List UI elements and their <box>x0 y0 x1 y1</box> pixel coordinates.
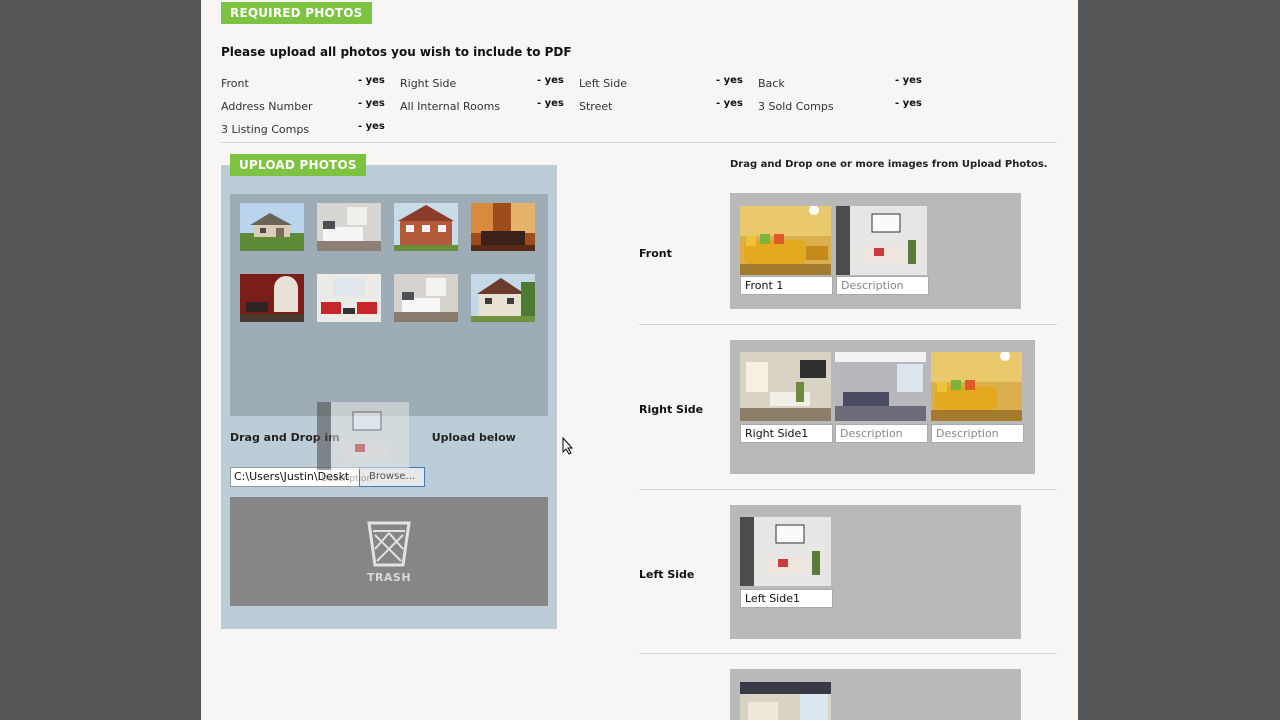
thumb-brick-house[interactable] <box>394 203 458 251</box>
content-panel: REQUIRED PHOTOS Please upload all photos… <box>201 0 1078 720</box>
front-photo-white-room[interactable] <box>836 206 927 275</box>
caption-input-right-side-3[interactable]: Description <box>931 424 1024 443</box>
divider <box>221 142 1057 143</box>
req-status-street: - yes <box>716 98 743 109</box>
section-label-left-side: Left Side <box>639 568 695 581</box>
thumb-red-dining[interactable] <box>240 274 304 322</box>
caption-input-right-side-1[interactable]: Right Side1 <box>740 424 833 443</box>
ghost-image <box>317 402 409 470</box>
thumb-red-sofas[interactable] <box>317 274 381 322</box>
req-label-sold-comps: 3 Sold Comps <box>758 100 834 113</box>
req-status-listing-comps: - yes <box>358 121 385 132</box>
trash-drop-zone[interactable]: TRASH <box>230 497 548 606</box>
drop-instruction: Drag and Drop one or more images from Up… <box>730 159 1048 170</box>
divider <box>639 324 1057 325</box>
divider <box>639 489 1057 490</box>
right-side-photo-3[interactable] <box>931 352 1022 421</box>
trash-icon <box>367 521 411 567</box>
upload-thumbnail-area[interactable] <box>230 194 548 416</box>
right-side-photo-1[interactable] <box>740 352 831 421</box>
req-label-front: Front <box>221 77 249 90</box>
ghost-caption: Description <box>321 474 373 484</box>
caption-input-front-1[interactable]: Front 1 <box>740 276 833 295</box>
caption-input-right-side-2[interactable]: Description <box>835 424 928 443</box>
left-side-photo-1[interactable] <box>740 517 831 586</box>
thumb-house-exterior[interactable] <box>240 203 304 251</box>
caption-input-front-2[interactable]: Description <box>836 276 929 295</box>
front-photo-living-yellow[interactable] <box>740 206 831 275</box>
trash-label: TRASH <box>366 571 412 584</box>
thumb-bedroom-2[interactable] <box>394 274 458 322</box>
back-photo-1[interactable] <box>740 682 831 720</box>
upload-photos-tag: UPLOAD PHOTOS <box>230 154 366 176</box>
req-label-street: Street <box>579 100 613 113</box>
drop-zone-back[interactable] <box>730 669 1021 720</box>
req-status-address-number: - yes <box>358 98 385 109</box>
drop-zone-right-side[interactable]: Right Side1 Description Description <box>730 340 1035 474</box>
req-status-left-side: - yes <box>716 75 743 86</box>
req-label-right-side: Right Side <box>400 77 457 90</box>
req-status-front: - yes <box>358 75 385 86</box>
req-status-internal-rooms: - yes <box>537 98 564 109</box>
req-status-sold-comps: - yes <box>895 98 922 109</box>
req-label-back: Back <box>758 77 785 90</box>
required-photos-tag: REQUIRED PHOTOS <box>221 2 372 24</box>
req-status-right-side: - yes <box>537 75 564 86</box>
req-label-address-number: Address Number <box>221 100 313 113</box>
divider <box>639 653 1057 654</box>
upload-photos-panel: Drag and Drop im Upload below C:\Users\Ju… <box>221 165 557 629</box>
section-label-right-side: Right Side <box>639 403 704 416</box>
mouse-cursor-icon <box>562 437 574 455</box>
section-label-front: Front <box>639 247 672 260</box>
drag-text-right: Upload below <box>431 431 516 444</box>
right-side-photo-2[interactable] <box>835 352 926 421</box>
drop-zone-front[interactable]: Front 1 Description <box>730 193 1021 309</box>
thumb-bedroom-1[interactable] <box>317 203 381 251</box>
drop-zone-left-side[interactable]: Left Side1 <box>730 505 1021 639</box>
req-label-left-side: Left Side <box>579 77 627 90</box>
caption-input-left-side-1[interactable]: Left Side1 <box>740 589 833 608</box>
dragging-image-ghost: Description <box>317 402 409 488</box>
req-label-listing-comps: 3 Listing Comps <box>221 123 310 136</box>
req-label-internal-rooms: All Internal Rooms <box>400 100 501 113</box>
required-heading: Please upload all photos you wish to inc… <box>221 45 572 59</box>
req-status-back: - yes <box>895 75 922 86</box>
thumb-tudor-house[interactable] <box>471 274 535 322</box>
page: REQUIRED PHOTOS Please upload all photos… <box>201 0 1078 720</box>
thumb-orange-bedroom[interactable] <box>471 203 535 251</box>
